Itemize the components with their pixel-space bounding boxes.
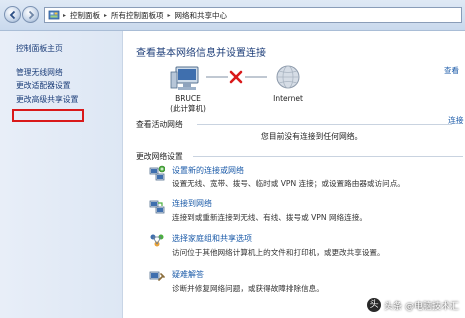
no-connection-status: 您目前没有连接到任何网络。 — [261, 132, 363, 141]
address-bar[interactable]: ▸ 控制面板 ▸ 所有控制面板项 ▸ 网络和共享中心 — [44, 7, 462, 23]
troubleshoot-icon — [149, 271, 165, 281]
back-button[interactable] — [4, 6, 21, 23]
task-homegroup-link[interactable]: 选择家庭组和共享选项 — [172, 233, 252, 244]
computer-name: BRUCE — [175, 94, 201, 103]
internet-globe-icon — [276, 65, 300, 89]
sidebar-item-advanced-sharing[interactable]: 更改高级共享设置 — [16, 94, 78, 105]
watermark-logo-icon: 头 — [367, 298, 382, 312]
homegroup-icon — [150, 234, 164, 247]
back-arrow-icon — [9, 10, 16, 20]
main-content: 查看基本网络信息并设置连接 查看 BRUCE (此计算机) Internet 查… — [123, 31, 465, 318]
view-full-map-link[interactable]: 查看 — [444, 65, 459, 76]
change-settings-label: 更改网络设置 — [136, 152, 183, 161]
disconnected-x-icon — [229, 70, 243, 84]
forward-button[interactable] — [22, 6, 39, 23]
connect-network-icon — [149, 200, 165, 214]
forward-arrow-icon — [28, 10, 35, 20]
watermark: 头 头条 @电脑技术汇 — [367, 297, 459, 313]
task-connect-network-link[interactable]: 连接到网络 — [172, 198, 212, 209]
highlight-box — [12, 109, 84, 122]
network-setup-icon — [149, 165, 165, 181]
task-setup-connection-desc: 设置无线、宽带、拨号、临时或 VPN 连接；或设置路由器或访问点。 — [172, 179, 405, 188]
divider — [197, 124, 452, 125]
task-troubleshoot-desc: 诊断并修复网络问题，或获得故障排除信息。 — [172, 284, 324, 293]
breadcrumb-network-center[interactable]: 网络和共享中心 — [172, 10, 231, 21]
task-homegroup-desc: 访问位于其他网络计算机上的文件和打印机，或更改共享设置。 — [172, 248, 385, 257]
page-title: 查看基本网络信息并设置连接 — [136, 48, 266, 59]
breadcrumb-control-panel[interactable]: 控制面板 — [67, 10, 103, 21]
computer-label: BRUCE (此计算机) — [163, 94, 213, 114]
breadcrumb-all-items[interactable]: 所有控制面板项 — [108, 10, 167, 21]
sidebar-item-manage-wireless[interactable]: 管理无线网络 — [16, 67, 63, 78]
sidebar-item-control-panel-home[interactable]: 控制面板主页 — [16, 43, 63, 54]
address-bar-area: ▸ 控制面板 ▸ 所有控制面板项 ▸ 网络和共享中心 — [0, 0, 465, 31]
active-networks-label: 查看活动网络 — [136, 120, 183, 129]
sidebar: 控制面板主页 管理无线网络 更改适配器设置 更改高级共享设置 — [0, 31, 123, 318]
control-panel-icon — [48, 10, 60, 20]
divider — [193, 156, 463, 157]
internet-label: Internet — [273, 94, 303, 103]
computer-icon — [170, 66, 199, 90]
watermark-text: 头条 @电脑技术汇 — [384, 301, 459, 312]
network-map — [170, 65, 300, 90]
task-connect-network-desc: 连接到或重新连接到无线、有线、拨号或 VPN 网络连接。 — [172, 213, 367, 222]
task-setup-connection-link[interactable]: 设置新的连接或网络 — [172, 165, 244, 176]
sidebar-item-change-adapter[interactable]: 更改适配器设置 — [16, 80, 71, 91]
computer-sub-label: (此计算机) — [170, 104, 206, 113]
connect-link[interactable]: 连接 — [448, 115, 464, 126]
task-troubleshoot-link[interactable]: 疑难解答 — [172, 269, 204, 280]
